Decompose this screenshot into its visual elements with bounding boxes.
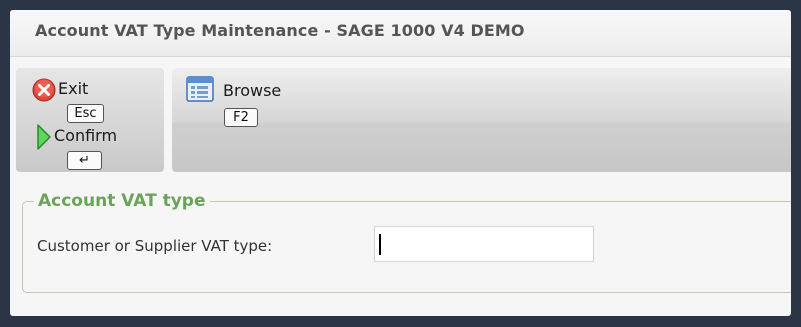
title-bar: Account VAT Type Maintenance - SAGE 1000… xyxy=(10,10,791,57)
confirm-icon xyxy=(37,124,51,150)
browse-shortcut-key: F2 xyxy=(224,108,258,127)
browse-icon xyxy=(186,76,214,102)
confirm-shortcut-key: ↵ xyxy=(67,151,102,170)
exit-icon xyxy=(32,78,56,102)
section-title: Account VAT type xyxy=(34,191,210,211)
exit-button[interactable]: Exit Esc xyxy=(32,78,122,123)
vat-type-field-label: Customer or Supplier VAT type: xyxy=(37,237,273,255)
browse-label: Browse xyxy=(223,81,282,100)
exit-shortcut-key: Esc xyxy=(67,104,104,123)
text-caret xyxy=(379,234,381,255)
confirm-button[interactable]: Confirm ↵ xyxy=(36,123,146,173)
window-title: Account VAT Type Maintenance - SAGE 1000… xyxy=(35,21,525,40)
exit-label: Exit xyxy=(58,79,89,98)
confirm-label: Confirm xyxy=(54,126,118,145)
vat-type-input[interactable] xyxy=(374,226,594,262)
app-window: Account VAT Type Maintenance - SAGE 1000… xyxy=(10,10,791,316)
browse-button[interactable]: Browse F2 xyxy=(186,76,306,128)
